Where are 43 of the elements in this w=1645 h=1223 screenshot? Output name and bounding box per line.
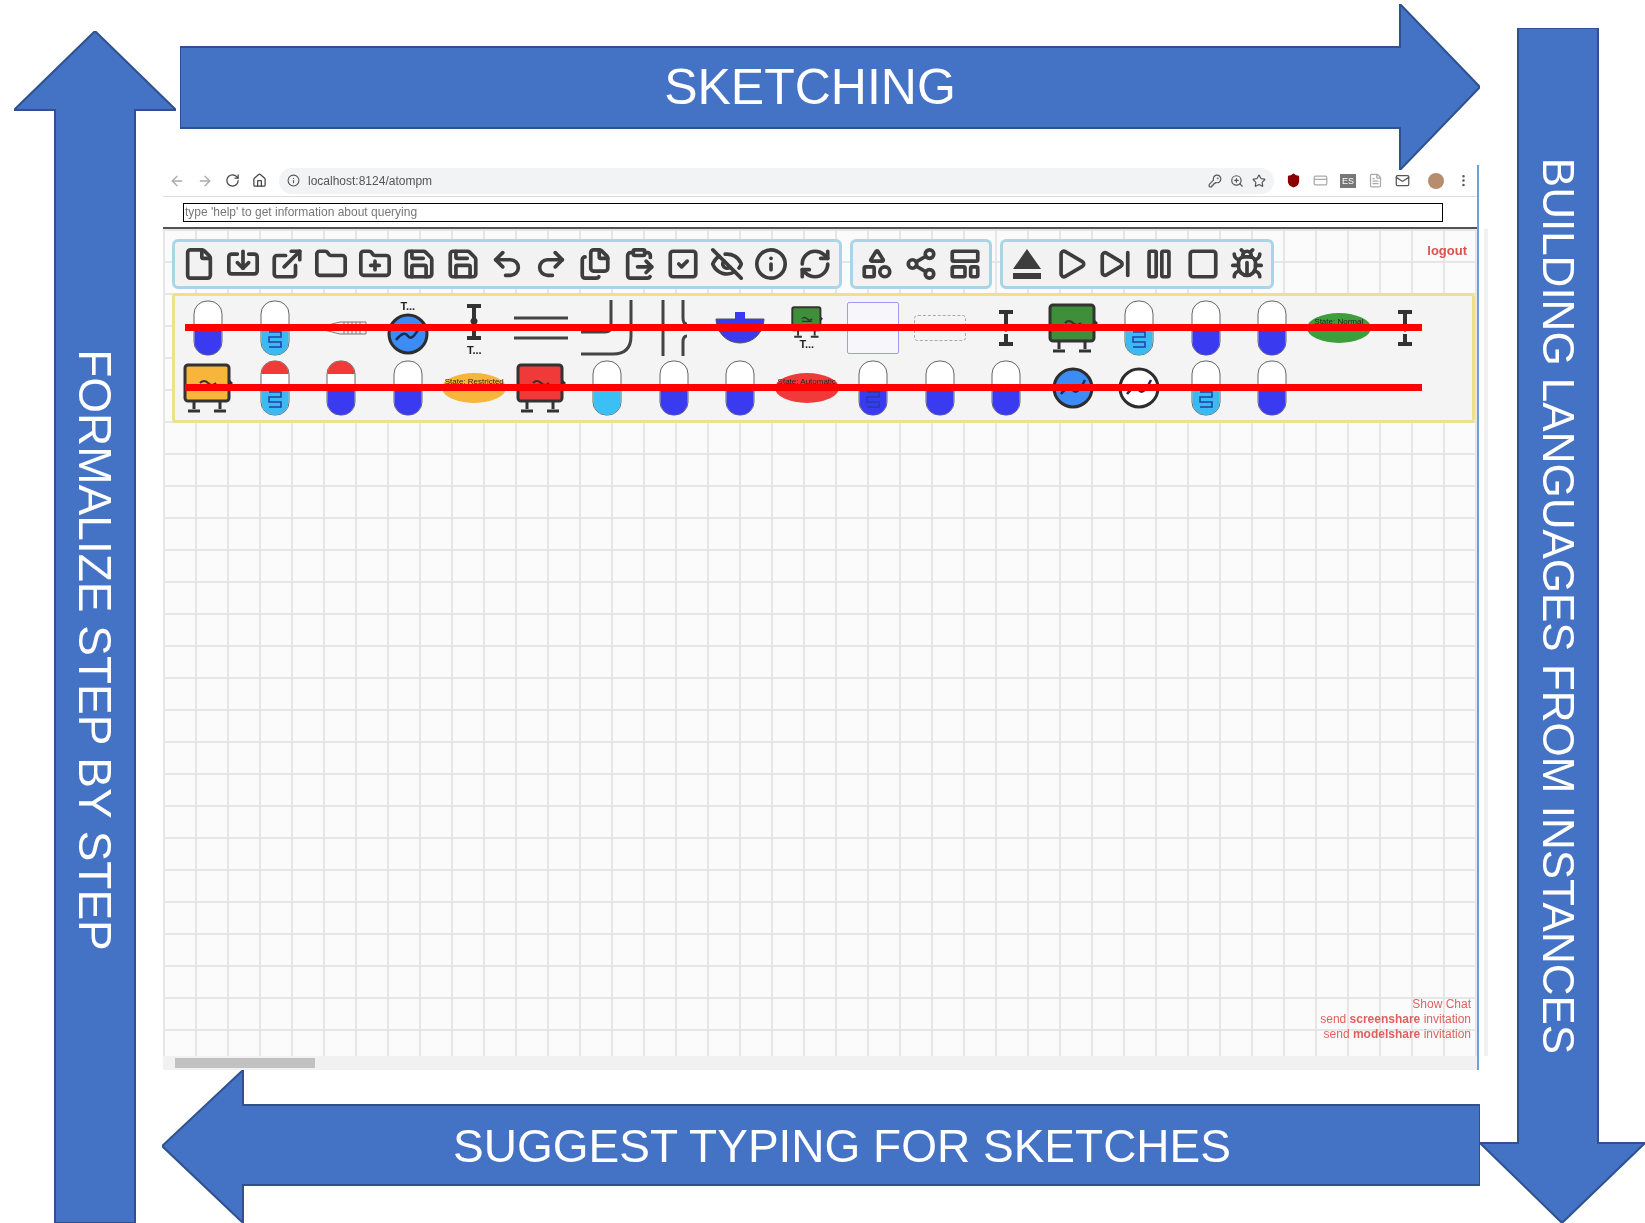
query-field[interactable]: type 'help' to get information about querying [183, 202, 1443, 222]
zoom-icon[interactable] [1230, 173, 1244, 188]
url-text: localhost:8124/atompm [308, 172, 433, 190]
stop-icon [1186, 247, 1220, 281]
refresh-icon [798, 247, 832, 281]
bug-icon [1230, 247, 1264, 281]
reload-icon[interactable] [225, 173, 240, 188]
copy-icon [578, 247, 612, 281]
key-icon[interactable] [1208, 173, 1222, 188]
bookmark-star-icon[interactable] [1252, 173, 1266, 188]
info-button[interactable] [753, 245, 789, 283]
save-as-icon [446, 247, 480, 281]
checkbox-icon [666, 247, 700, 281]
logout-link[interactable]: logout [1427, 241, 1467, 261]
eye-off-button[interactable] [709, 245, 745, 283]
share-icon [904, 247, 938, 281]
scrollbar-thumb[interactable] [175, 1058, 315, 1068]
share-button[interactable] [903, 245, 939, 283]
export-icon [270, 247, 304, 281]
arrow-label: SKETCHING [664, 62, 956, 112]
shield-icon[interactable] [1286, 173, 1301, 188]
eye-off-icon [710, 247, 744, 281]
horizontal-scrollbar[interactable] [163, 1056, 1477, 1070]
shapes-icon [860, 247, 894, 281]
arrow-label: FORMALIZE STEP BY STEP [72, 349, 118, 951]
footer-link[interactable]: Show Chat [1412, 997, 1471, 1012]
avatar[interactable] [1428, 172, 1444, 189]
copy-button[interactable] [577, 245, 613, 283]
eject-icon [1012, 247, 1042, 281]
home-icon[interactable] [252, 173, 267, 188]
arrow-label: BUILDING LANGUAGES FROM INSTANCES [1536, 157, 1580, 1055]
address-bar[interactable]: localhost:8124/atompm [279, 167, 1274, 194]
mail-icon[interactable] [1395, 173, 1410, 188]
site-info-icon[interactable] [287, 174, 300, 187]
extension-icon[interactable]: ES [1340, 173, 1356, 188]
footer-link[interactable]: send modelshare invitation [1323, 1027, 1471, 1042]
layout-icon [948, 247, 982, 281]
footer-link[interactable]: send screenshare invitation [1320, 1012, 1471, 1027]
palette-item[interactable]: T... [464, 300, 485, 356]
info-icon [754, 247, 788, 281]
arrow-label: SUGGEST TYPING FOR SKETCHES [453, 1123, 1231, 1169]
pipe-bend-icon [581, 300, 634, 356]
save-icon [402, 247, 436, 281]
